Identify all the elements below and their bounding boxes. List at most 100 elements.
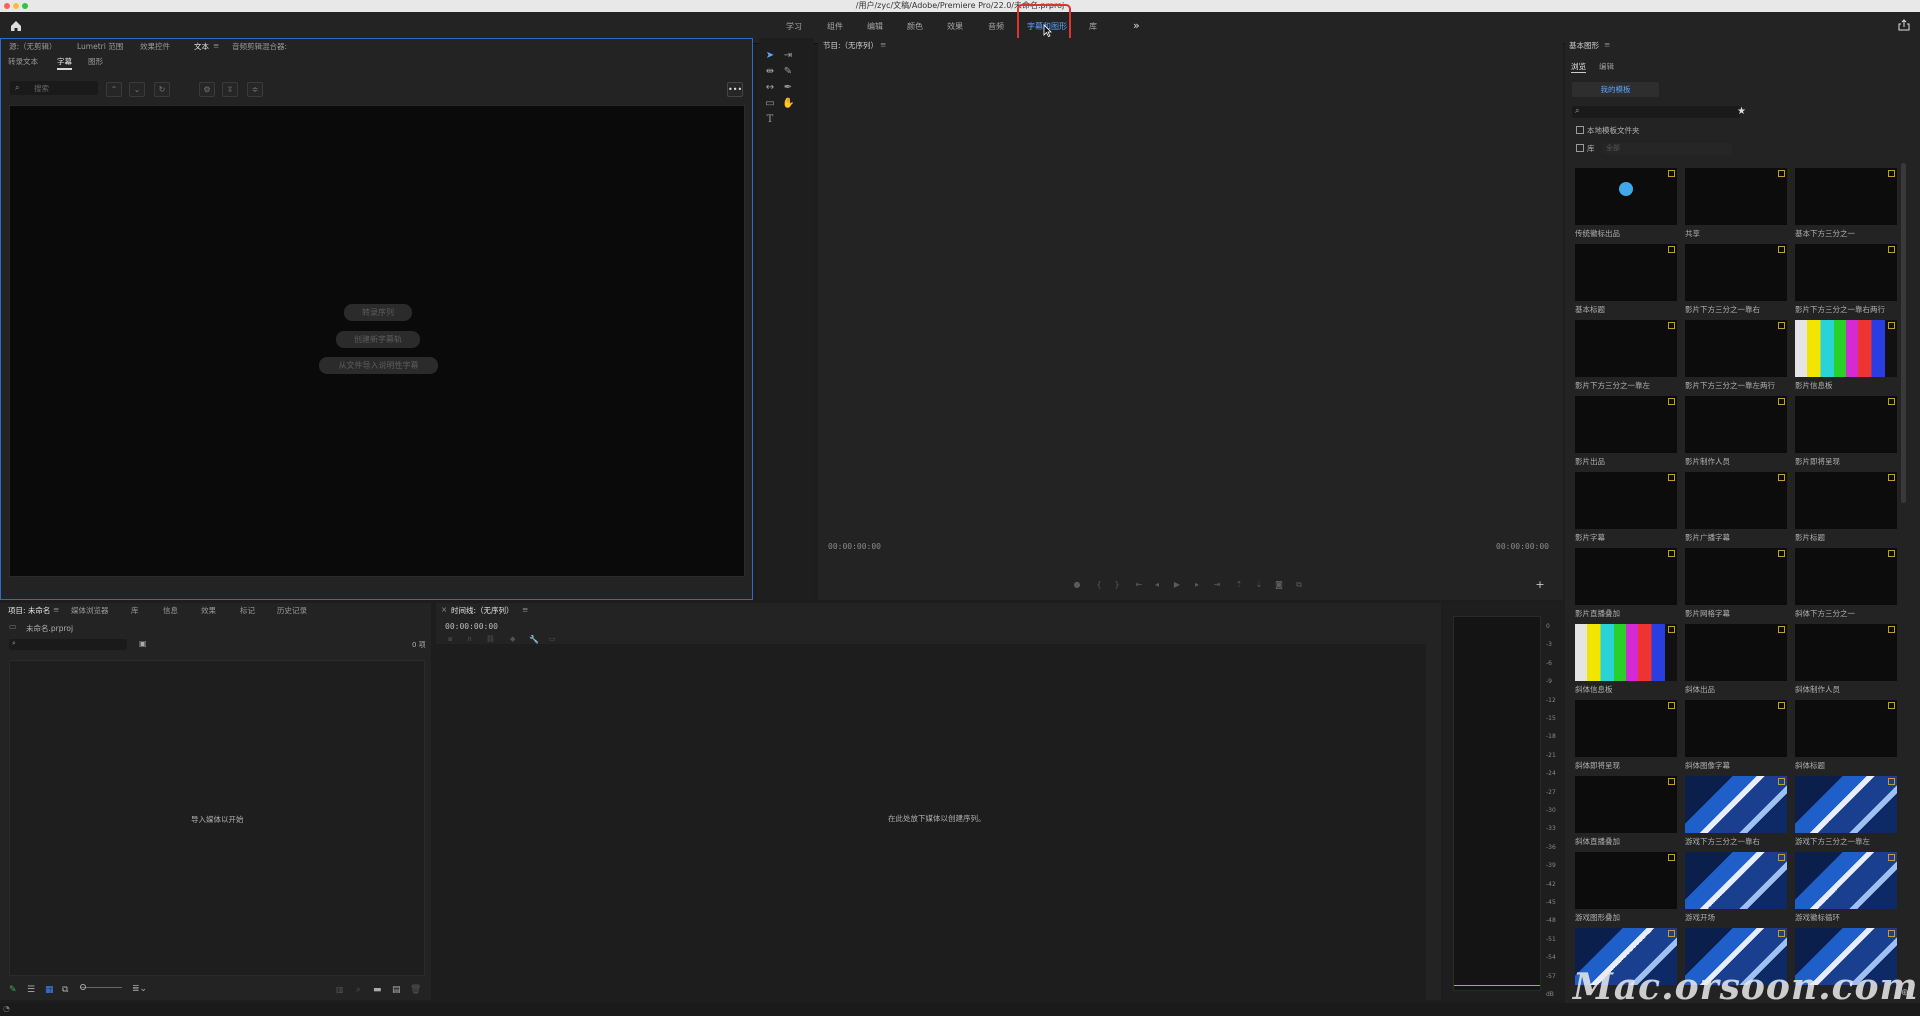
split-caption-icon[interactable]: ⇳: [222, 82, 238, 97]
timeline-tracks-area[interactable]: 在此处放下媒体以创建序列。: [436, 644, 1426, 1000]
go-to-out-icon[interactable]: ⇥: [1212, 580, 1222, 590]
program-panel-menu-icon[interactable]: ≡: [880, 40, 886, 49]
template-thumbnail[interactable]: [1575, 548, 1677, 605]
caption-search-input[interactable]: ⌕ 搜索: [10, 81, 98, 95]
tab-source[interactable]: 源:（无剪辑）: [9, 41, 57, 52]
workspace-tab-color[interactable]: 颜色: [907, 21, 923, 32]
workspace-tab-editing[interactable]: 编辑: [867, 21, 883, 32]
subtab-transcript[interactable]: 转录文本: [8, 56, 38, 67]
tab-info[interactable]: 信息: [163, 605, 178, 616]
pencil-icon[interactable]: ✎: [9, 985, 17, 995]
subtab-captions[interactable]: 字幕: [57, 56, 72, 70]
eg-panel-menu-icon[interactable]: ≡: [1604, 40, 1610, 49]
zoom-slider-handle[interactable]: [80, 984, 86, 990]
template-thumbnail[interactable]: [1575, 320, 1677, 377]
template-thumbnail[interactable]: [1685, 396, 1787, 453]
workspace-tab-effects[interactable]: 效果: [947, 21, 963, 32]
template-thumbnail[interactable]: [1795, 244, 1897, 301]
timeline-close-icon[interactable]: ×: [441, 605, 447, 614]
razor-tool-icon[interactable]: ✎: [782, 66, 794, 78]
project-search-input[interactable]: ⌕: [9, 639, 127, 650]
playhead-timecode[interactable]: 00:00:00:00: [828, 542, 881, 551]
template-thumbnail[interactable]: [1795, 396, 1897, 453]
template-thumbnail[interactable]: [1685, 320, 1787, 377]
more-options-icon[interactable]: •••: [727, 82, 743, 97]
rectangle-tool-icon[interactable]: ▭: [764, 98, 776, 110]
local-folder-checkbox[interactable]: [1576, 126, 1584, 134]
library-select[interactable]: 全部: [1602, 143, 1732, 154]
tab-browse[interactable]: 浏览: [1571, 61, 1586, 73]
automate-to-sequence-icon[interactable]: ▥: [336, 985, 344, 994]
template-thumbnail[interactable]: [1685, 244, 1787, 301]
template-thumbnail[interactable]: [1685, 700, 1787, 757]
go-to-in-icon[interactable]: ⇤: [1134, 580, 1144, 590]
template-search-input[interactable]: ⌕: [1572, 106, 1740, 118]
template-thumbnail[interactable]: [1685, 472, 1787, 529]
panel-menu-icon[interactable]: ≡: [213, 41, 219, 50]
workspace-tab-assembly[interactable]: 组件: [827, 21, 843, 32]
mark-out-icon[interactable]: }: [1112, 580, 1122, 590]
template-scrollbar[interactable]: [1901, 163, 1906, 503]
next-caption-button[interactable]: ⌄: [129, 82, 145, 97]
template-thumbnail[interactable]: [1575, 852, 1677, 909]
subtab-graphics[interactable]: 图形: [88, 56, 103, 67]
linked-selection-icon[interactable]: ⛓: [486, 635, 495, 643]
tab-project[interactable]: 项目: 未命名: [8, 605, 50, 616]
template-thumbnail[interactable]: [1795, 852, 1897, 909]
template-thumbnail[interactable]: [1795, 168, 1897, 225]
template-thumbnail[interactable]: [1575, 776, 1677, 833]
sort-icon[interactable]: ≣⌄: [132, 984, 147, 994]
step-forward-icon[interactable]: ▸: [1192, 580, 1202, 590]
template-thumbnail[interactable]: [1795, 776, 1897, 833]
tab-effects[interactable]: 效果: [201, 605, 216, 616]
step-back-icon[interactable]: ◂: [1152, 580, 1162, 590]
snap-icon[interactable]: ∩: [467, 635, 472, 643]
previous-caption-button[interactable]: ⌃: [106, 82, 122, 97]
zoom-slider[interactable]: [80, 987, 122, 988]
template-thumbnail[interactable]: [1795, 320, 1897, 377]
add-marker-timeline-icon[interactable]: ◆: [510, 635, 515, 643]
favorites-star-icon[interactable]: ★: [1737, 106, 1746, 117]
template-thumbnail[interactable]: [1575, 624, 1677, 681]
template-thumbnail[interactable]: [1685, 852, 1787, 909]
icon-view-icon[interactable]: ▦: [45, 985, 54, 995]
tab-lumetri-scopes[interactable]: Lumetri 范围: [77, 41, 123, 52]
new-bin-icon[interactable]: ▣: [139, 639, 147, 648]
lift-icon[interactable]: ⇡: [1234, 580, 1244, 590]
create-caption-track-button[interactable]: 创建新字幕轨: [336, 331, 420, 348]
play-icon[interactable]: ▶: [1172, 580, 1182, 590]
wrench-icon[interactable]: 🔧: [529, 635, 539, 644]
project-items-list[interactable]: 导入媒体以开始: [9, 660, 425, 976]
add-marker-icon[interactable]: ●: [1072, 580, 1082, 590]
workspace-tab-audio[interactable]: 音频: [988, 21, 1004, 32]
share-icon[interactable]: [1898, 19, 1912, 33]
template-thumbnail[interactable]: [1575, 472, 1677, 529]
my-templates-button[interactable]: 我的模板: [1572, 82, 1659, 97]
import-captions-button[interactable]: 从文件导入说明性字幕: [319, 357, 438, 374]
template-thumbnail[interactable]: [1685, 624, 1787, 681]
home-icon[interactable]: [9, 19, 25, 35]
list-view-icon[interactable]: ☰: [27, 985, 35, 995]
slip-tool-icon[interactable]: ↔: [764, 82, 776, 94]
program-monitor-title[interactable]: 节目:（无序列）: [823, 40, 878, 51]
merge-caption-icon[interactable]: ≑: [247, 82, 263, 97]
more-workspaces-icon[interactable]: »: [1133, 19, 1140, 32]
new-item-icon[interactable]: ▤: [392, 985, 401, 995]
tab-text[interactable]: 文本: [194, 41, 209, 52]
template-thumbnail[interactable]: [1685, 548, 1787, 605]
template-thumbnail[interactable]: [1795, 700, 1897, 757]
ripple-edit-tool-icon[interactable]: ⇹: [764, 66, 776, 78]
workspace-tab-libraries[interactable]: 库: [1089, 21, 1097, 32]
template-thumbnail[interactable]: [1685, 776, 1787, 833]
template-thumbnail[interactable]: [1685, 168, 1787, 225]
template-thumbnail[interactable]: [1575, 396, 1677, 453]
project-panel-menu-icon[interactable]: ≡: [53, 605, 59, 614]
new-bin-bottom-icon[interactable]: ▬: [373, 985, 382, 995]
tab-libraries[interactable]: 库: [131, 605, 139, 616]
transcribe-sequence-button[interactable]: 转录序列: [344, 304, 412, 321]
selection-tool-icon[interactable]: ➤: [764, 50, 776, 62]
settings-icon[interactable]: ⚙: [199, 82, 215, 97]
nest-icon[interactable]: ⧈: [448, 635, 452, 644]
find-icon[interactable]: ⌕: [356, 985, 360, 995]
template-thumbnail[interactable]: [1575, 168, 1677, 225]
